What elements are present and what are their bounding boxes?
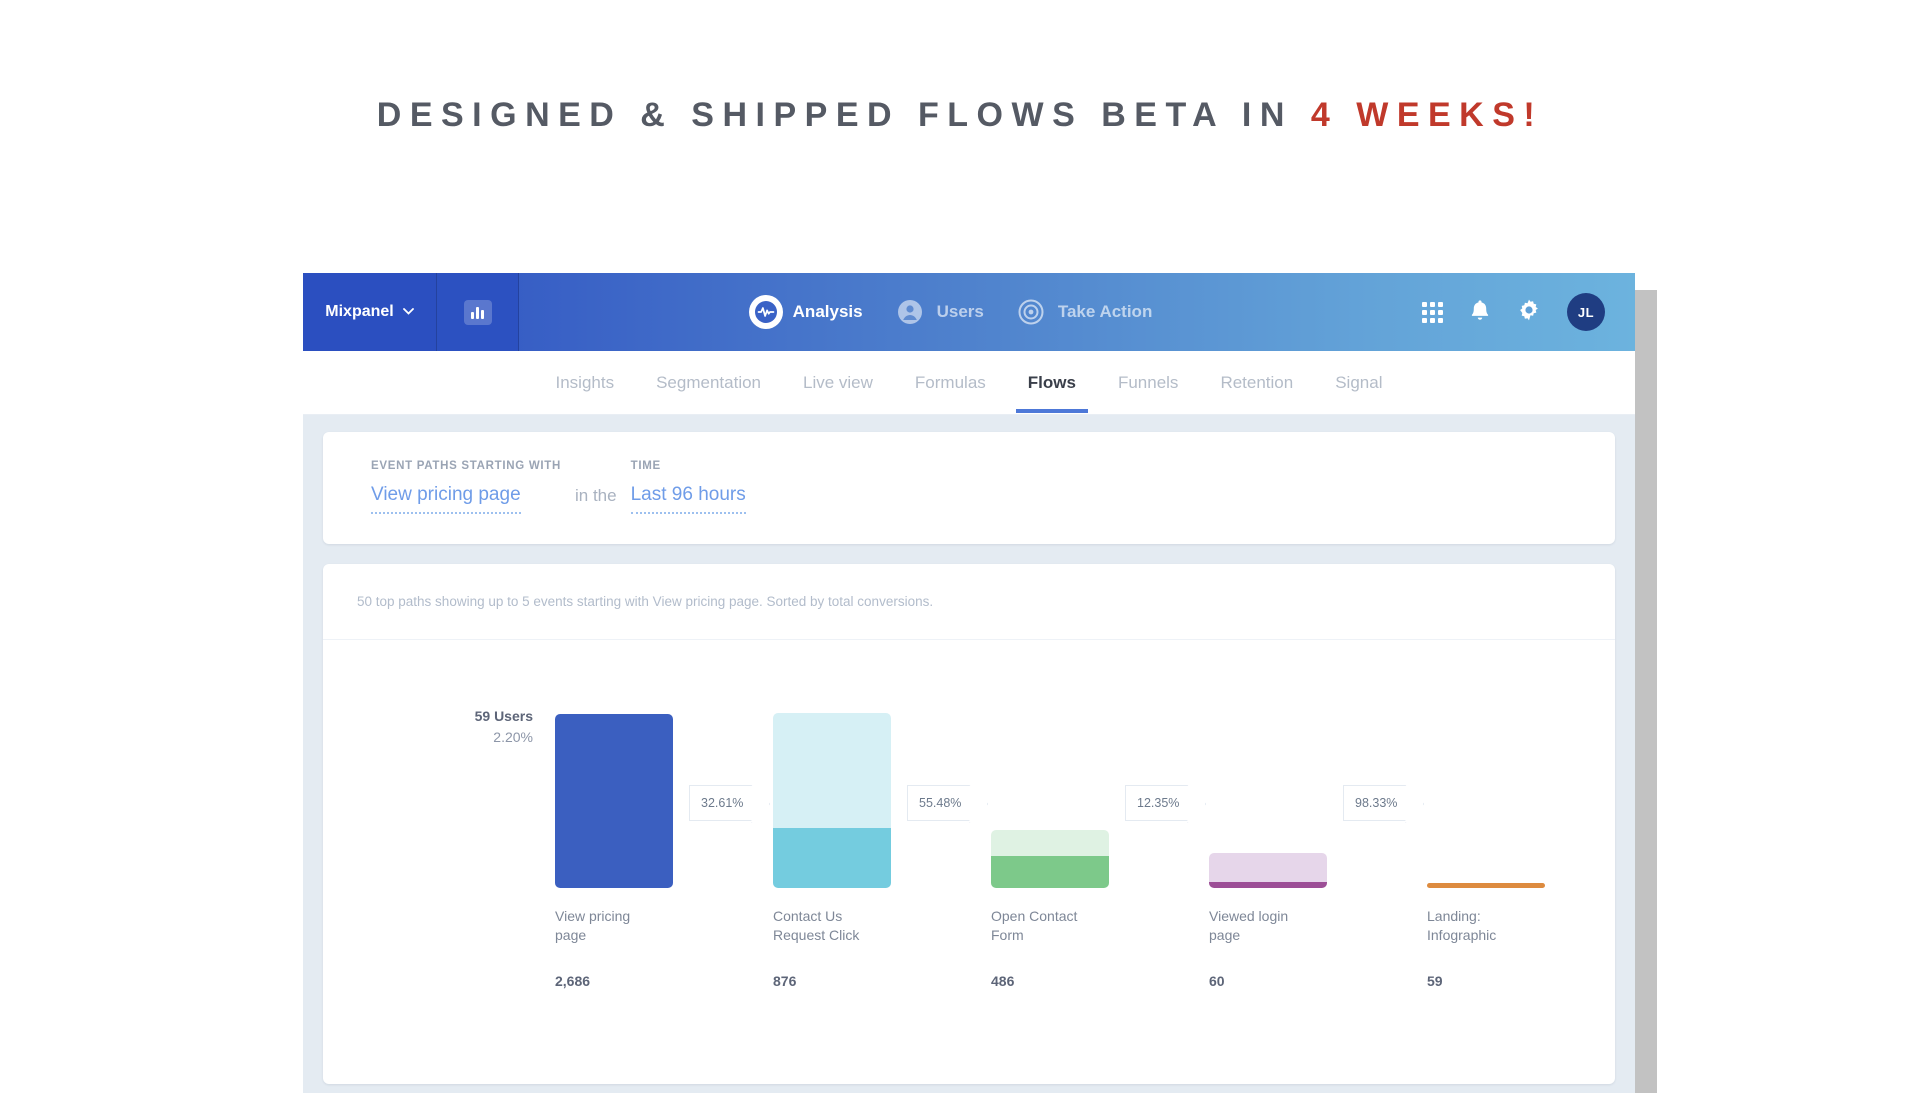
nav-item-take-action-label: Take Action xyxy=(1057,302,1153,321)
slide-headline-accent: 4 WEEKS! xyxy=(1310,96,1544,134)
slide-headline-main: DESIGNED & SHIPPED FLOWS BETA IN xyxy=(376,96,1311,134)
flow-step-label-line: page xyxy=(555,927,587,944)
report-content: EVENT PATHS STARTING WITH View pricing p… xyxy=(303,415,1635,1084)
nav-item-users[interactable]: Users xyxy=(893,295,984,329)
tab-signal[interactable]: Signal xyxy=(1331,353,1386,413)
flow-bar[interactable] xyxy=(1209,853,1327,888)
brand-menu[interactable]: Mixpanel xyxy=(303,273,437,351)
bell-icon[interactable] xyxy=(1469,298,1491,327)
conversion-rate-badge: 98.33% xyxy=(1343,785,1407,821)
tab-funnels[interactable]: Funnels xyxy=(1114,353,1182,413)
flow-column: Contact Us Request Click 876 55.48% xyxy=(773,640,971,1040)
tab-retention[interactable]: Retention xyxy=(1216,353,1297,413)
flow-column: Viewed login page 60 98.33% xyxy=(1209,640,1407,1040)
nav-item-analysis-label: Analysis xyxy=(792,302,863,321)
flow-step-value: 876 xyxy=(773,973,797,989)
event-path-field: EVENT PATHS STARTING WITH View pricing p… xyxy=(371,460,561,514)
nav-item-analysis[interactable]: Analysis xyxy=(748,295,863,329)
flow-step-label: View pricing page xyxy=(555,907,683,946)
bar-body xyxy=(991,830,1109,888)
event-path-value[interactable]: View pricing page xyxy=(371,484,521,514)
flow-step-value: 486 xyxy=(991,973,1015,989)
window-drop-shadow xyxy=(1635,290,1657,1093)
flow-step-value: 60 xyxy=(1209,973,1225,989)
flow-column: Open Contact Form 486 12.35% xyxy=(991,640,1189,1040)
flows-plot: 59 Users 2.20% View pricing page 2,686 32.6… xyxy=(323,640,1615,1040)
bar-body xyxy=(1209,853,1327,888)
flow-step-label: Contact Us Request Click xyxy=(773,907,901,946)
target-icon xyxy=(1014,295,1048,329)
time-label: TIME xyxy=(630,460,661,472)
flow-columns: View pricing page 2,686 32.61% Contact Us Req… xyxy=(555,640,1615,1040)
bar-body xyxy=(555,714,673,888)
flow-step-label-line: page xyxy=(1209,927,1241,944)
brand-label: Mixpanel xyxy=(325,303,394,320)
conversion-rate-badge: 55.48% xyxy=(907,785,971,821)
flow-step-label-line: Infographic xyxy=(1427,927,1497,944)
flow-bar[interactable] xyxy=(1427,883,1545,888)
flow-step-label-line: Contact Us xyxy=(773,908,843,924)
avatar-initials: JL xyxy=(1577,304,1595,320)
bar-body xyxy=(1427,883,1545,888)
bar-segment-dropoff xyxy=(991,830,1109,856)
bar-body xyxy=(773,713,891,888)
time-value[interactable]: Last 96 hours xyxy=(630,484,746,514)
flow-step-label-line: Landing: xyxy=(1427,908,1481,924)
tab-formulas[interactable]: Formulas xyxy=(911,353,990,413)
grid-icon[interactable] xyxy=(1422,301,1443,323)
nav-item-take-action[interactable]: Take Action xyxy=(1014,295,1152,329)
summary-percent: 2.20% xyxy=(493,729,533,745)
tab-insights[interactable]: Insights xyxy=(552,353,619,413)
flow-bar[interactable] xyxy=(555,714,673,888)
chevron-down-icon xyxy=(402,305,414,317)
avatar[interactable]: JL xyxy=(1567,293,1605,331)
bar-segment-dropoff xyxy=(773,713,891,828)
tab-live-view[interactable]: Live view xyxy=(799,353,877,413)
flow-step-value: 2,686 xyxy=(555,973,591,989)
flow-bar[interactable] xyxy=(991,830,1109,888)
pulse-icon xyxy=(748,295,783,329)
nav-item-users-label: Users xyxy=(936,302,984,321)
bar-segment-converted xyxy=(1209,882,1327,888)
tab-segmentation[interactable]: Segmentation xyxy=(652,353,765,413)
flow-step-label-line: Viewed login xyxy=(1209,908,1289,924)
user-circle-icon xyxy=(893,295,927,329)
query-row: EVENT PATHS STARTING WITH View pricing p… xyxy=(371,460,1567,514)
gear-icon[interactable] xyxy=(1517,298,1541,327)
mixpanel-app-window: Mixpanel Analysis Users Take Action JL I… xyxy=(303,273,1635,1093)
flow-step-label-line: Request Click xyxy=(773,927,860,944)
query-connector: in the xyxy=(575,486,617,505)
flow-step-label-line: View pricing xyxy=(555,908,631,924)
bar-segment-dropoff xyxy=(1209,853,1327,882)
tab-flows[interactable]: Flows xyxy=(1015,353,1089,413)
chart-caption: 50 top paths showing up to 5 events star… xyxy=(323,564,1615,640)
flow-bar[interactable] xyxy=(773,713,891,888)
flow-column: View pricing page 2,686 32.61% xyxy=(555,640,753,1040)
bar-segment-converted xyxy=(1427,883,1545,888)
conversion-rate-badge: 32.61% xyxy=(689,785,753,821)
flow-step-label-line: Form xyxy=(991,927,1024,944)
flow-step-label: Landing: Infographic xyxy=(1427,907,1555,946)
event-path-label: EVENT PATHS STARTING WITH xyxy=(371,460,561,472)
bar-segment-converted xyxy=(773,828,891,888)
nav-primary-links: Analysis Users Take Action xyxy=(479,295,1422,329)
top-navigation-bar: Mixpanel Analysis Users Take Action JL xyxy=(303,273,1635,351)
conversion-rate-badge: 12.35% xyxy=(1125,785,1189,821)
summary-users: 59 Users xyxy=(474,708,533,724)
bar-segment-converted xyxy=(991,856,1109,888)
nav-utility-icons: JL xyxy=(1422,293,1635,331)
flow-step-value: 59 xyxy=(1427,973,1443,989)
flow-step-label: Viewed login page xyxy=(1209,907,1337,946)
flow-step-label-line: Open Contact xyxy=(991,908,1078,924)
flow-summary: 59 Users 2.20% xyxy=(415,708,533,745)
flow-column: Landing: Infographic 59 xyxy=(1427,640,1577,1040)
flows-chart-card: 50 top paths showing up to 5 events star… xyxy=(323,564,1615,1084)
bar-segment-converted xyxy=(555,714,673,888)
query-builder-card: EVENT PATHS STARTING WITH View pricing p… xyxy=(323,432,1615,544)
report-tabs: Insights Segmentation Live view Formulas… xyxy=(303,351,1635,415)
time-field: TIME Last 96 hours xyxy=(630,460,746,514)
slide-headline: DESIGNED & SHIPPED FLOWS BETA IN 4 WEEKS… xyxy=(0,96,1920,135)
flow-step-label: Open Contact Form xyxy=(991,907,1119,946)
